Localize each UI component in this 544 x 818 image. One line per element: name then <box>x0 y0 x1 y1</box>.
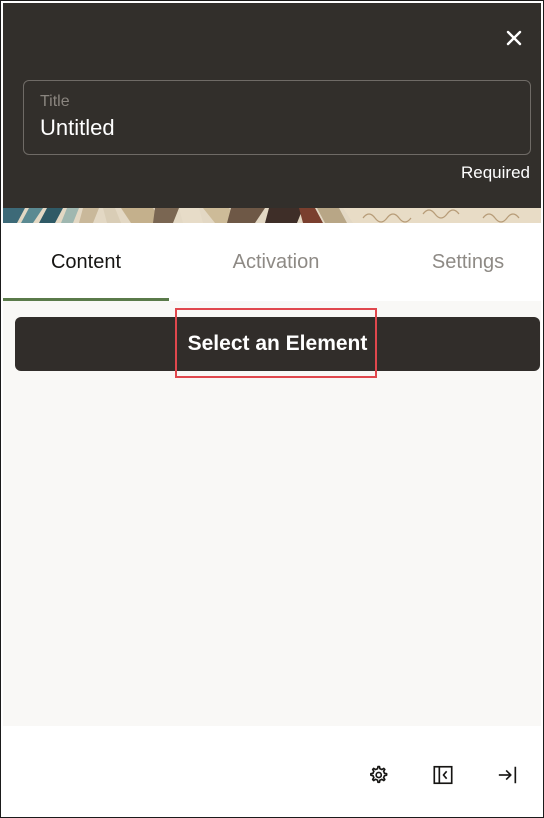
collapse-panel-icon <box>433 765 453 785</box>
title-input[interactable] <box>40 115 510 141</box>
settings-button[interactable] <box>365 762 391 788</box>
required-hint: Required <box>461 163 530 182</box>
tab-bar: Content Activation Settings <box>3 223 541 301</box>
tab-settings-label: Settings <box>431 250 505 273</box>
exit-icon <box>498 766 517 784</box>
tab-activation-label: Activation <box>232 250 320 273</box>
gear-icon <box>370 765 388 784</box>
decorative-banner <box>3 208 541 223</box>
title-label: Title <box>40 93 70 110</box>
side-panel: Title Required <box>0 0 544 818</box>
content-area: Select an Element <box>3 301 541 726</box>
panel-footer <box>3 726 541 817</box>
tab-settings[interactable]: Settings <box>393 223 543 301</box>
tab-activation[interactable]: Activation <box>193 223 359 301</box>
tab-content-label: Content <box>50 250 122 273</box>
panel-header: Title Required <box>3 3 541 208</box>
close-button[interactable] <box>501 25 527 51</box>
select-element-button[interactable]: Select an Element <box>15 317 540 371</box>
exit-button[interactable] <box>495 762 521 788</box>
tab-content[interactable]: Content <box>3 223 169 301</box>
close-icon <box>506 30 522 46</box>
title-field[interactable]: Title <box>23 80 531 155</box>
collapse-panel-button[interactable] <box>430 762 456 788</box>
